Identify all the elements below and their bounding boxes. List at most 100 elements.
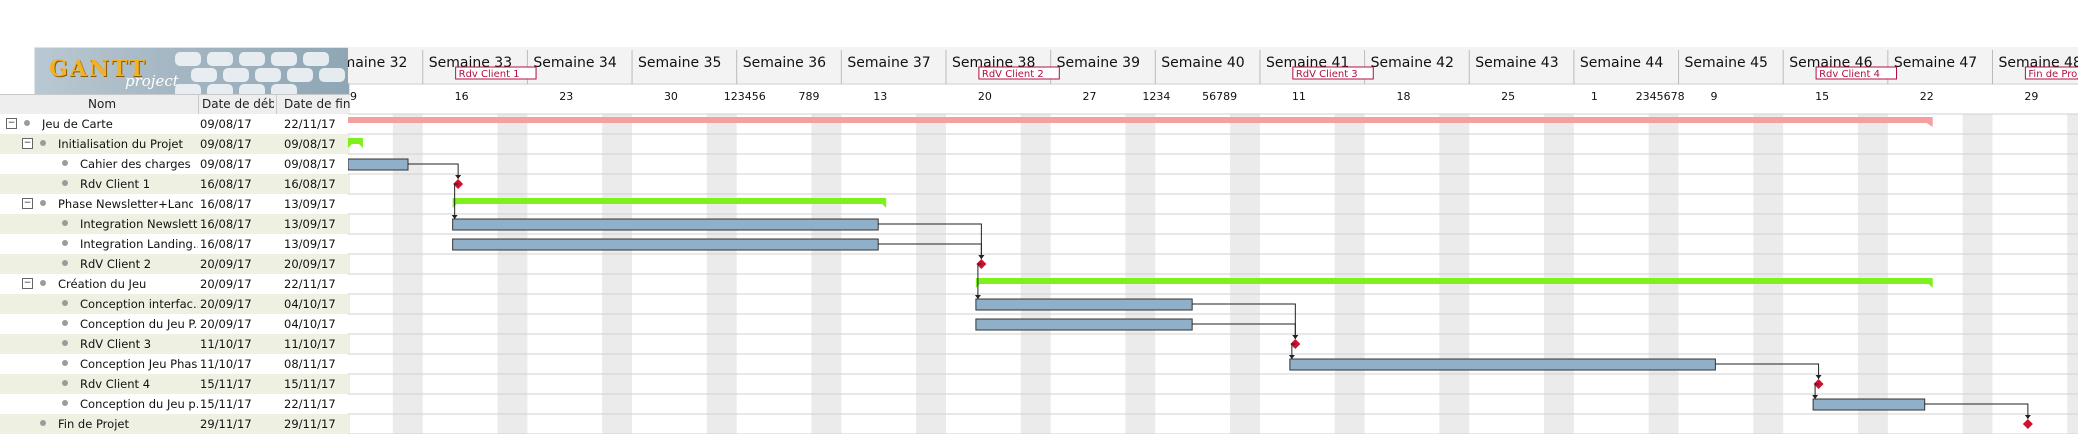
task-end-cell: 08/11/17 [284, 357, 336, 371]
column-header-name[interactable]: Nom [88, 97, 116, 111]
task-start-cell: 20/09/17 [200, 277, 252, 291]
task-start-cell: 09/08/17 [200, 137, 252, 151]
task-start-cell: 20/09/17 [200, 317, 252, 331]
logo-subtitle: project [125, 72, 179, 90]
day-label: 9 [350, 90, 357, 103]
day-label: 1 [1591, 90, 1598, 103]
task-bullet-icon [62, 300, 68, 306]
task-bullet-icon [40, 140, 46, 146]
task-row[interactable]: Cahier des charges 09/08/17 09/08/17 [0, 154, 350, 174]
task-row[interactable]: RdV Client 3 11/10/17 11/10/17 [0, 334, 350, 354]
day-label: 11 [1292, 90, 1306, 103]
task-bar [975, 318, 1193, 331]
day-label: 18 [1397, 90, 1411, 103]
task-row[interactable]: Rdv Client 1 16/08/17 16/08/17 [0, 174, 350, 194]
task-row[interactable]: Conception du Jeu P... 20/09/17 04/10/17 [0, 314, 350, 334]
task-bullet-icon [62, 400, 68, 406]
task-row[interactable]: Conception du Jeu p... 15/11/17 22/11/17 [0, 394, 350, 414]
task-bullet-icon [62, 320, 68, 326]
task-name-cell: Création du Jeu [58, 277, 147, 291]
task-start-cell: 09/08/17 [200, 157, 252, 171]
column-header-start-date[interactable]: Date de déb... [202, 97, 274, 111]
task-row[interactable]: − Création du Jeu 20/09/17 22/11/17 [0, 274, 350, 294]
task-name-cell: Phase Newsletter+Landi... [58, 197, 193, 211]
phase-summary-bar [975, 278, 1933, 284]
task-row[interactable]: Conception Jeu Phas... 11/10/17 08/11/17 [0, 354, 350, 374]
phase-bar-end [1928, 284, 1933, 288]
task-name-cell: Rdv Client 4 [80, 377, 151, 391]
week-label: Semaine 45 [1685, 55, 1768, 71]
day-label: 16 [455, 90, 469, 103]
week-label: Semaine 37 [847, 55, 930, 71]
collapse-toggle-icon[interactable]: − [6, 118, 17, 129]
task-end-cell: 16/08/17 [284, 177, 336, 191]
week-label: Semaine 36 [743, 55, 826, 71]
task-name-cell: Integration Newsletter [80, 217, 198, 231]
task-end-cell: 22/11/17 [284, 397, 336, 411]
task-bullet-icon [62, 340, 68, 346]
task-start-cell: 16/08/17 [200, 177, 252, 191]
day-label: 27 [1083, 90, 1097, 103]
task-bar [452, 218, 879, 231]
task-end-cell: 13/09/17 [284, 217, 336, 231]
milestone-flag-label: RdV Client 3 [1296, 69, 1358, 80]
collapse-toggle-icon[interactable]: − [22, 198, 33, 209]
task-row[interactable]: Integration Newsletter 16/08/17 13/09/17 [0, 214, 350, 234]
task-name-cell: Cahier des charges [80, 157, 191, 171]
task-row[interactable]: Rdv Client 4 15/11/17 15/11/17 [0, 374, 350, 394]
task-name-cell: Conception Jeu Phas... [80, 357, 198, 371]
task-row[interactable]: Integration Landing... 16/08/17 13/09/17 [0, 234, 350, 254]
task-bullet-icon [62, 180, 68, 186]
column-header-end-date[interactable]: Date de fin [284, 97, 350, 111]
day-label: 30 [664, 90, 678, 103]
phase-bar-end [358, 144, 363, 148]
task-bullet-icon [62, 380, 68, 386]
task-bar [1289, 358, 1716, 371]
day-label: 13 [873, 90, 887, 103]
project-summary-bar [348, 117, 1933, 123]
collapse-toggle-icon[interactable]: − [22, 138, 33, 149]
day-label: 22 [1920, 90, 1934, 103]
task-end-cell: 09/08/17 [284, 157, 336, 171]
phase-bar-start [348, 144, 352, 148]
task-row[interactable]: RdV Client 2 20/09/17 20/09/17 [0, 254, 350, 274]
week-label: Semaine 47 [1894, 55, 1977, 71]
task-end-cell: 22/11/17 [284, 117, 336, 131]
dependency-arrow [451, 215, 458, 219]
task-name-cell: Conception du Jeu p... [80, 397, 198, 411]
task-name-cell: Conception interfac... [80, 297, 198, 311]
day-label: 2345678 [1636, 90, 1685, 103]
task-bullet-icon [62, 160, 68, 166]
milestone-flag-label: Fin de Projet [2028, 69, 2078, 80]
task-end-cell: 04/10/17 [284, 297, 336, 311]
task-start-cell: 16/08/17 [200, 197, 252, 211]
task-row[interactable]: − Initialisation du Projet 09/08/17 09/08/1… [0, 134, 350, 154]
task-start-cell: 16/08/17 [200, 237, 252, 251]
task-end-cell: 13/09/17 [284, 237, 336, 251]
task-end-cell: 15/11/17 [284, 377, 336, 391]
task-name-cell: Jeu de Carte [42, 117, 113, 131]
task-end-cell: 11/10/17 [284, 337, 336, 351]
task-name-cell: RdV Client 2 [80, 257, 152, 271]
task-bullet-icon [40, 280, 46, 286]
dependency-arrow [2024, 415, 2031, 419]
task-name-cell: RdV Client 3 [80, 337, 152, 351]
milestone-flag-label: Rdv Client 4 [1819, 69, 1880, 80]
phase-bar-end [882, 204, 887, 208]
day-label: 1234 [1142, 90, 1170, 103]
task-name-cell: Initialisation du Projet [58, 137, 184, 151]
task-table-header: Nom Date de déb... Date de fin [0, 94, 350, 115]
task-row[interactable]: Fin de Projet 29/11/17 29/11/17 [0, 414, 350, 434]
task-row[interactable]: − Phase Newsletter+Landi... 16/08/17 13/09/… [0, 194, 350, 214]
task-bar [1812, 398, 1926, 411]
task-row[interactable]: − Jeu de Carte 09/08/17 22/11/17 [0, 114, 350, 134]
week-label: Semaine 32 [348, 55, 407, 71]
dependency-arrow [1292, 335, 1299, 339]
task-row[interactable]: Conception interfac... 20/09/17 04/10/17 [0, 294, 350, 314]
collapse-toggle-icon[interactable]: − [22, 278, 33, 289]
gantt-chart: Semaine 32Semaine 33Semaine 34Semaine 35… [348, 47, 2078, 434]
week-label: Semaine 40 [1161, 55, 1244, 71]
milestone-diamond [2022, 419, 2033, 429]
task-start-cell: 16/08/17 [200, 217, 252, 231]
task-bullet-icon [62, 220, 68, 226]
